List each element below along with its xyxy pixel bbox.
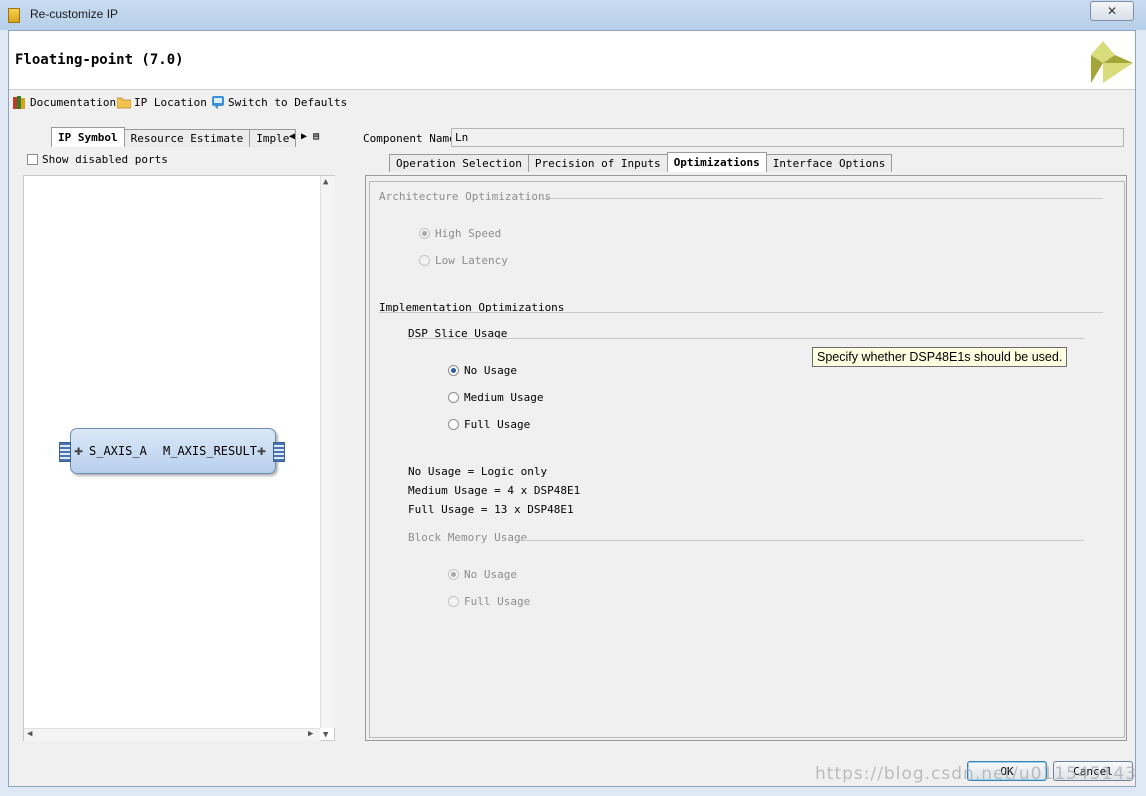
vertical-scrollbar[interactable]: ▲ ▼: [320, 176, 335, 740]
expand-input-icon[interactable]: ✚: [74, 441, 83, 459]
tab-scroll-left-icon[interactable]: ◀: [289, 131, 295, 142]
watermark-text: https://blog.csdn.net/u011545143: [815, 764, 1137, 784]
books-icon: [13, 96, 25, 109]
radio-dsp-medium-usage[interactable]: [448, 392, 459, 403]
folder-icon: [117, 97, 131, 109]
configuration-panel: Component Name Ln Operation Selection Pr…: [361, 127, 1131, 747]
input-port-label: S_AXIS_A: [89, 444, 147, 458]
option-dsp-full-usage[interactable]: Full Usage: [448, 418, 530, 431]
dsp-note-no-usage: No Usage = Logic only: [408, 465, 548, 478]
tab-optimizations[interactable]: Optimizations: [666, 152, 767, 172]
component-name-label: Component Name: [363, 132, 456, 145]
symbol-panel: IP Symbol Resource Estimate Imple ◀ ▶ ▤ …: [13, 127, 335, 747]
window-titlebar: Re-customize IP ✕: [0, 0, 1146, 30]
dsp-note-full-usage: Full Usage = 13 x DSP48E1: [408, 503, 574, 516]
tab-scroll-controls: ◀ ▶ ▤: [289, 131, 319, 142]
output-bus-icon: [273, 442, 285, 462]
dsp-note-medium-usage: Medium Usage = 4 x DSP48E1: [408, 484, 581, 497]
dialog-body: Floating-point (7.0) Documentation IP Lo…: [8, 30, 1136, 787]
horizontal-scrollbar[interactable]: ◀ ▶: [24, 728, 320, 741]
dsp-medium-usage-label: Medium Usage: [464, 391, 544, 404]
dsp-usage-divider: [408, 338, 1084, 339]
toolbar: Documentation IP Location Switch to Defa…: [9, 93, 609, 113]
option-dsp-medium-usage[interactable]: Medium Usage: [448, 391, 543, 404]
dsp-full-usage-label: Full Usage: [464, 418, 531, 431]
radio-dsp-full-usage[interactable]: [448, 419, 459, 430]
documentation-label: Documentation: [30, 95, 117, 109]
dsp-usage-tooltip: Specify whether DSP48E1s should be used.: [812, 347, 1068, 367]
low-latency-label: Low Latency: [435, 254, 508, 267]
high-speed-label: High Speed: [435, 227, 502, 240]
implementation-divider: [379, 312, 1103, 313]
radio-low-latency: [419, 255, 430, 266]
ip-location-label: IP Location: [134, 95, 207, 109]
tab-scroll-right-icon[interactable]: ▶: [301, 131, 307, 142]
scroll-up-icon[interactable]: ▲: [323, 177, 328, 187]
scroll-left-icon[interactable]: ◀: [27, 729, 32, 739]
input-bus-icon: [59, 442, 71, 462]
left-tab-bar: IP Symbol Resource Estimate Imple: [51, 127, 297, 147]
architecture-divider: [540, 198, 1103, 199]
ip-symbol-canvas: ✚ S_AXIS_A M_AXIS_RESULT ✚ ▲ ▼ ◀ ▶: [23, 175, 335, 741]
tab-resource-estimate[interactable]: Resource Estimate: [123, 129, 251, 147]
reset-icon: [212, 96, 224, 109]
tab-precision-of-inputs[interactable]: Precision of Inputs: [527, 154, 668, 172]
radio-bram-no-usage: [448, 569, 459, 580]
xilinx-logo-icon: [1091, 41, 1133, 83]
tab-menu-icon[interactable]: ▤: [313, 131, 319, 142]
documentation-button[interactable]: Documentation: [13, 95, 116, 109]
option-bram-full-usage: Full Usage: [448, 595, 530, 608]
bram-usage-divider: [520, 540, 1084, 541]
option-bram-no-usage: No Usage: [448, 568, 517, 581]
radio-bram-full-usage: [448, 596, 459, 607]
option-low-latency: Low Latency: [419, 254, 508, 267]
radio-dsp-no-usage[interactable]: [448, 365, 459, 376]
architecture-section-title: Architecture Optimizations: [379, 190, 552, 203]
show-disabled-ports-label: Show disabled ports: [42, 153, 168, 166]
scroll-right-icon[interactable]: ▶: [308, 729, 313, 739]
option-dsp-no-usage[interactable]: No Usage: [448, 364, 517, 377]
optimizations-tab-content: Architecture Optimizations High Speed Lo…: [365, 175, 1127, 741]
tab-ip-symbol[interactable]: IP Symbol: [51, 127, 125, 147]
scroll-down-icon[interactable]: ▼: [323, 730, 328, 740]
output-port-label: M_AXIS_RESULT: [163, 444, 257, 458]
component-name-input[interactable]: Ln: [451, 128, 1124, 147]
bram-no-usage-label: No Usage: [464, 568, 517, 581]
option-high-speed: High Speed: [419, 227, 501, 240]
optimizations-frame: Architecture Optimizations High Speed Lo…: [369, 181, 1125, 738]
header-band: Floating-point (7.0): [9, 31, 1135, 90]
switch-defaults-label: Switch to Defaults: [228, 95, 348, 109]
dsp-no-usage-label: No Usage: [464, 364, 517, 377]
app-icon: [8, 8, 20, 23]
window-title: Re-customize IP: [30, 7, 119, 21]
radio-high-speed: [419, 228, 430, 239]
expand-output-icon[interactable]: ✚: [257, 441, 266, 459]
close-button[interactable]: ✕: [1090, 1, 1134, 21]
bram-full-usage-label: Full Usage: [464, 595, 531, 608]
config-tab-bar: Operation Selection Precision of Inputs …: [389, 152, 893, 172]
show-disabled-ports-row: Show disabled ports: [27, 153, 168, 166]
show-disabled-ports-checkbox[interactable]: [27, 154, 38, 165]
switch-defaults-button[interactable]: Switch to Defaults: [211, 95, 347, 109]
ip-title: Floating-point (7.0): [15, 52, 184, 68]
tab-operation-selection[interactable]: Operation Selection: [389, 154, 529, 172]
ip-symbol-block: ✚ S_AXIS_A M_AXIS_RESULT ✚: [59, 428, 285, 474]
ip-location-button[interactable]: IP Location: [117, 95, 207, 109]
tab-interface-options[interactable]: Interface Options: [765, 154, 893, 172]
bram-usage-title: Block Memory Usage: [408, 531, 528, 544]
